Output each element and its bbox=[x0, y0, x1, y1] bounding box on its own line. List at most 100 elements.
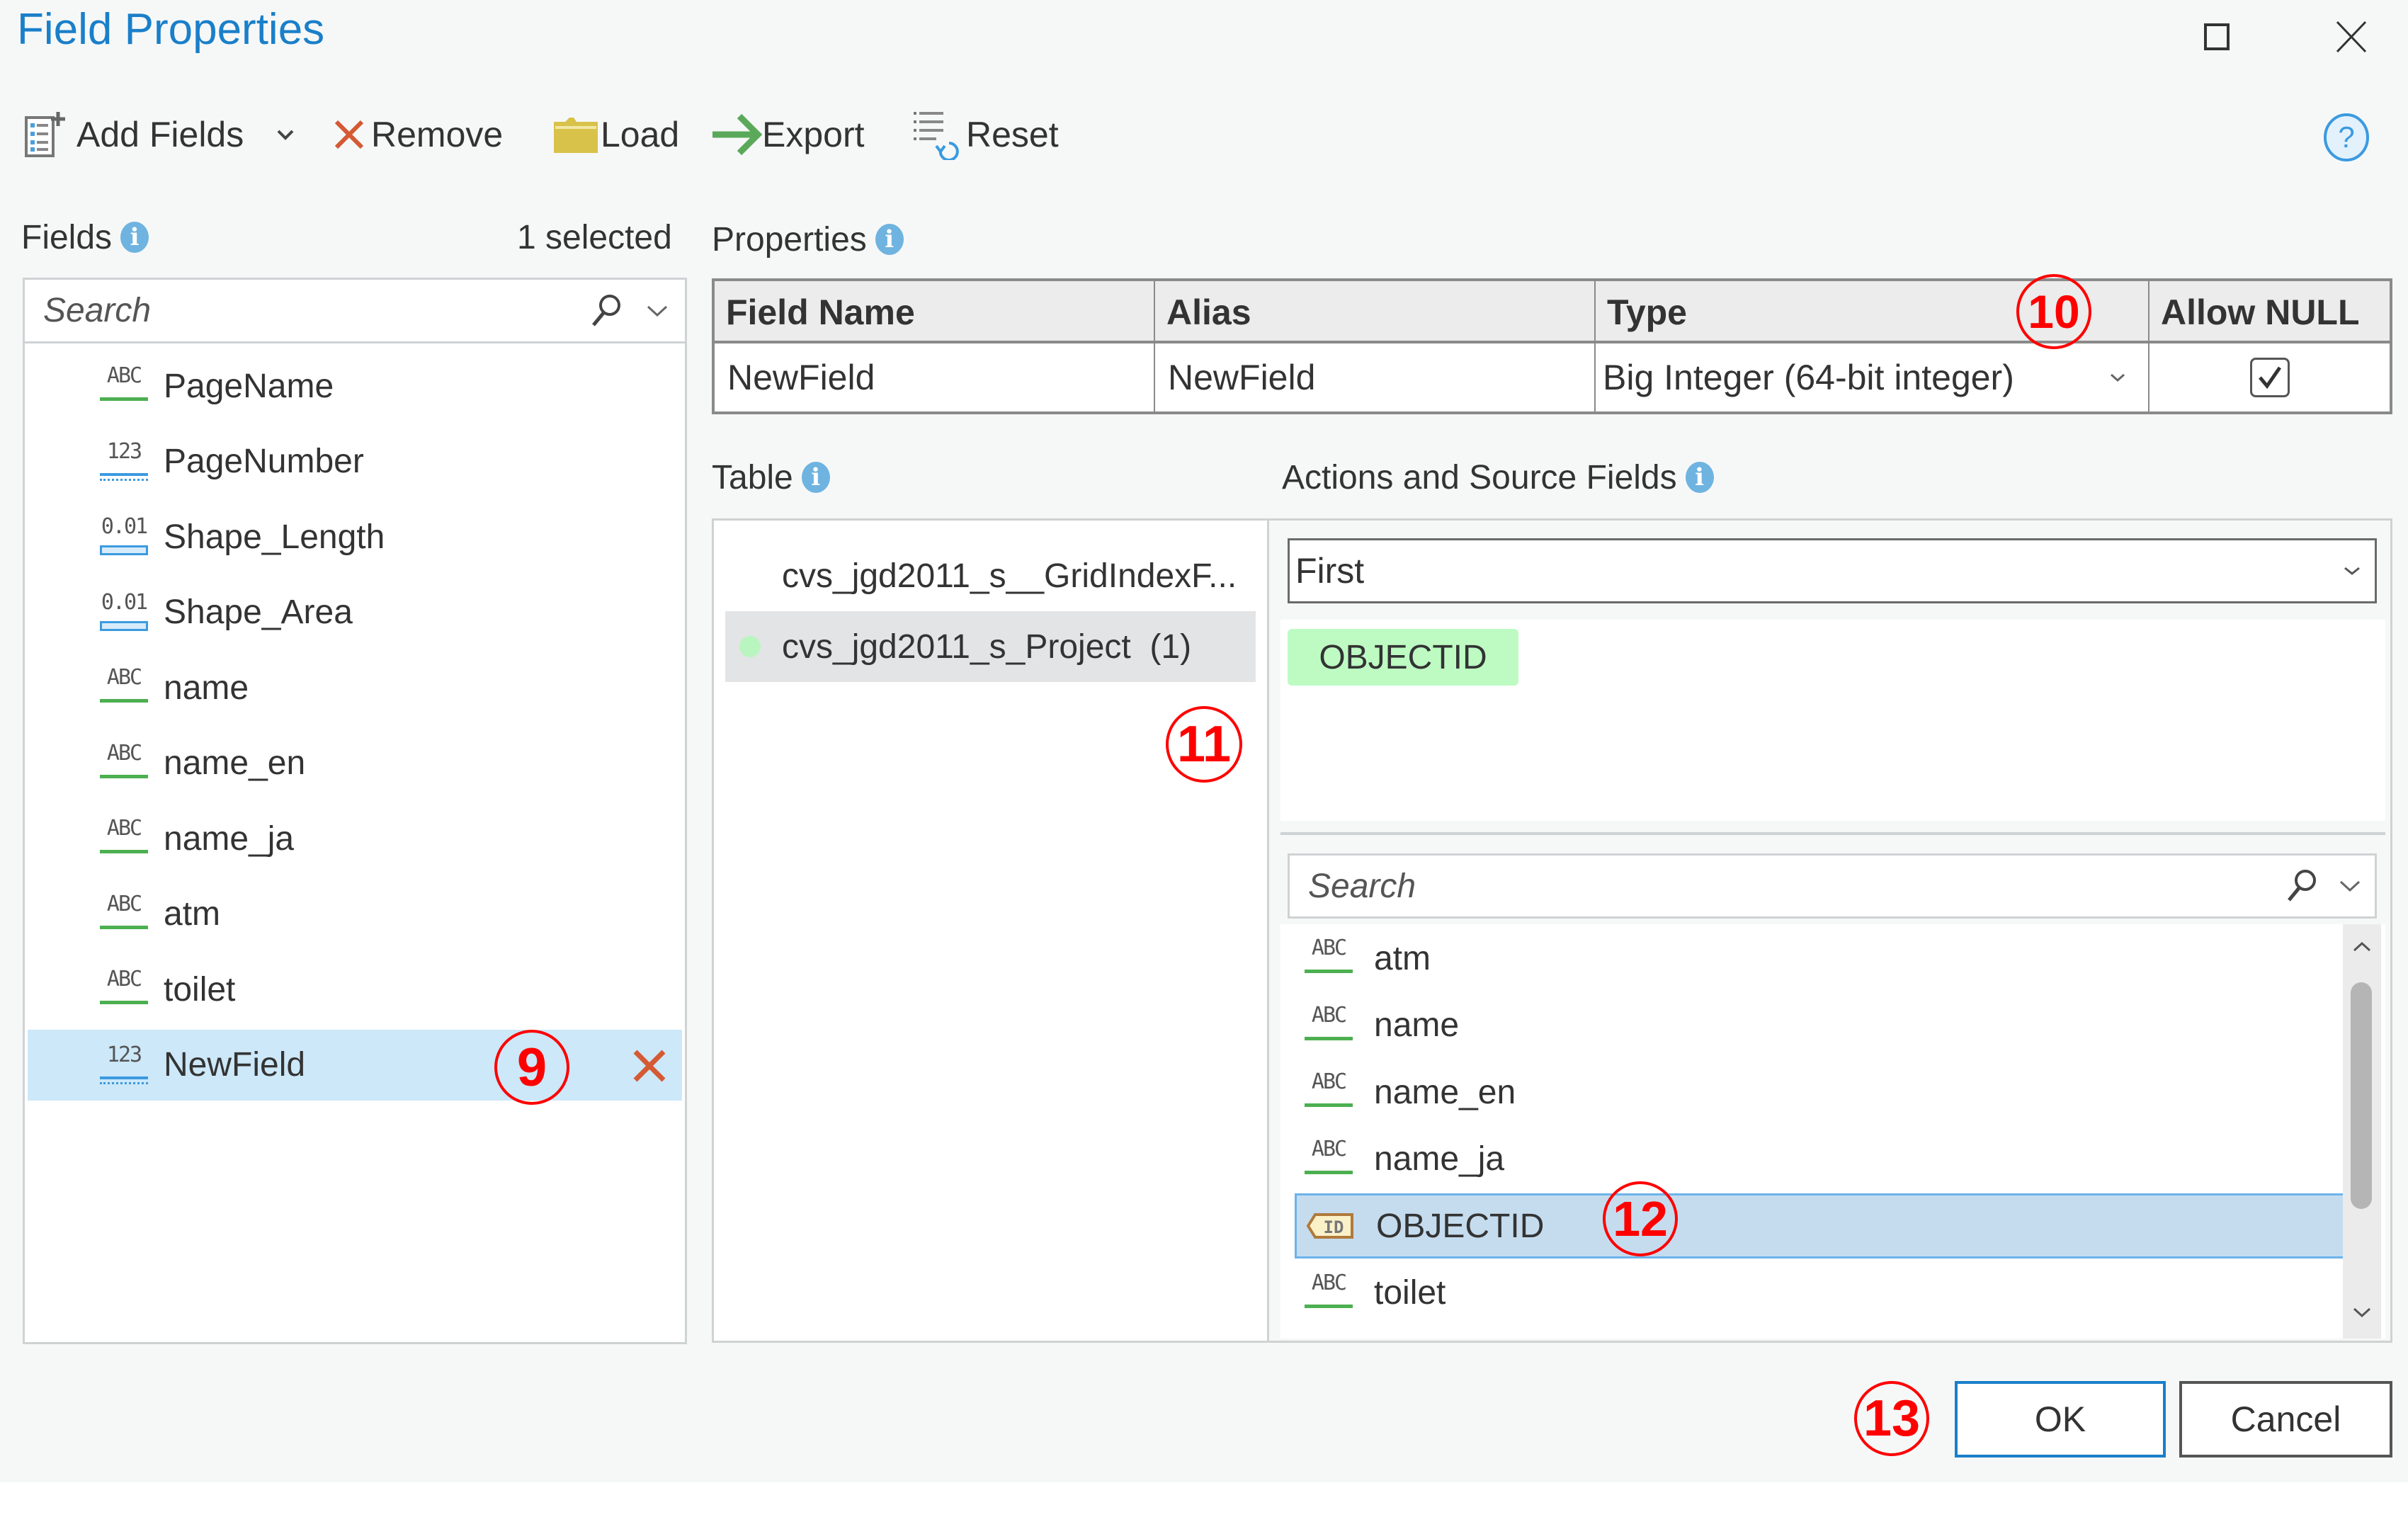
text-field-icon: ABC bbox=[98, 967, 149, 1012]
field-name: name_en bbox=[164, 744, 306, 782]
table-item[interactable]: cvs_jgd2011_s__GridIndexF... bbox=[725, 540, 1256, 611]
table-list: cvs_jgd2011_s__GridIndexF... cvs_jgd2011… bbox=[714, 521, 1269, 1341]
fields-panel: Search ABC PageName 123 PageNumber 0.01 Shape… bbox=[23, 278, 687, 1344]
text-field-icon: ABC bbox=[1303, 1069, 1354, 1115]
column-header-field-name: Field Name bbox=[726, 292, 915, 332]
scroll-up-icon[interactable] bbox=[2351, 940, 2373, 954]
dialog-title: Field Properties bbox=[17, 5, 325, 54]
table-actions-container: cvs_jgd2011_s__GridIndexF... cvs_jgd2011… bbox=[712, 518, 2392, 1343]
source-search-input[interactable]: Search bbox=[1308, 867, 2285, 906]
export-arrow-icon bbox=[711, 113, 762, 156]
scrollbar-thumb[interactable] bbox=[2351, 982, 2372, 1209]
properties-table: Field Name Alias Type Allow NULL NewFiel… bbox=[712, 274, 2392, 414]
field-list-item[interactable]: 0.01 Shape_Length bbox=[28, 501, 682, 572]
chevron-down-icon bbox=[277, 130, 294, 140]
source-field-item[interactable]: ABC name_ja bbox=[1295, 1127, 2346, 1192]
field-properties-dialog: Field Properties Add Fields Remove Load … bbox=[0, 0, 2408, 1482]
fields-section-label: Fields i bbox=[21, 216, 149, 258]
source-field-item[interactable]: ABC name bbox=[1295, 993, 2346, 1058]
annotation-10: 10 bbox=[2016, 274, 2091, 349]
text-field-icon: ABC bbox=[98, 741, 149, 786]
field-list-item[interactable]: 123 PageNumber bbox=[28, 426, 682, 497]
allow-null-checkbox[interactable] bbox=[2250, 358, 2290, 397]
table-item-selected[interactable]: cvs_jgd2011_s_Project (1) bbox=[725, 611, 1256, 682]
source-chips-area: OBJECTID bbox=[1280, 620, 2385, 821]
text-field-icon: ABC bbox=[98, 816, 149, 861]
field-name: toilet bbox=[164, 970, 236, 1009]
source-field-item-selected[interactable]: ID OBJECTID 12 bbox=[1295, 1181, 2346, 1259]
table-item-name: cvs_jgd2011_s__GridIndexF... bbox=[782, 557, 1237, 595]
type-dropdown[interactable]: Big Integer (64-bit integer) bbox=[1596, 343, 2148, 411]
integer-field-icon: 123 bbox=[98, 439, 149, 484]
action-dropdown[interactable]: First bbox=[1288, 538, 2377, 603]
source-fields-list: ABC atm ABC name ABC name_en ABC name_ja ID OBJEC… bbox=[1280, 924, 2385, 1339]
source-search[interactable]: Search bbox=[1288, 853, 2377, 919]
source-field-chip[interactable]: OBJECTID bbox=[1288, 629, 1518, 686]
text-field-icon: ABC bbox=[1303, 1137, 1354, 1182]
id-field-icon: ID bbox=[1305, 1203, 1356, 1249]
load-button[interactable]: Load bbox=[552, 106, 679, 163]
fields-search-input[interactable]: Search bbox=[43, 291, 590, 330]
status-dot-icon bbox=[739, 636, 761, 657]
properties-section-label: Properties i bbox=[712, 218, 904, 261]
info-icon[interactable]: i bbox=[801, 462, 830, 493]
delete-x-icon bbox=[633, 1050, 666, 1082]
splitter[interactable] bbox=[1280, 832, 2385, 835]
selected-count: 1 selected bbox=[517, 218, 672, 256]
fields-search[interactable]: Search bbox=[25, 280, 685, 343]
remove-icon bbox=[333, 118, 365, 151]
field-list-item[interactable]: ABC PageName bbox=[28, 351, 682, 421]
reset-icon bbox=[912, 109, 966, 160]
chevron-down-icon[interactable] bbox=[2338, 878, 2362, 894]
annotation-12: 12 bbox=[1603, 1181, 1678, 1256]
field-name: name_ja bbox=[164, 819, 295, 858]
reset-button[interactable]: Reset bbox=[912, 106, 1059, 163]
field-list-item[interactable]: ABC name_en bbox=[28, 728, 682, 799]
alias-cell[interactable]: NewField bbox=[1155, 343, 1594, 411]
allow-null-cell bbox=[2149, 343, 2390, 411]
delete-field-button[interactable] bbox=[631, 1047, 668, 1084]
cancel-button[interactable]: Cancel bbox=[2179, 1381, 2392, 1458]
search-icon[interactable] bbox=[2285, 868, 2319, 904]
add-fields-icon bbox=[24, 110, 71, 159]
field-list-item[interactable]: ABC name bbox=[28, 652, 682, 723]
info-icon[interactable]: i bbox=[875, 224, 904, 255]
field-list-item[interactable]: ABC name_ja bbox=[28, 803, 682, 874]
info-icon[interactable]: i bbox=[120, 222, 149, 253]
scroll-down-icon[interactable] bbox=[2351, 1305, 2373, 1319]
field-name: PageName bbox=[164, 367, 334, 405]
field-list-item-selected[interactable]: 123 NewField bbox=[28, 1029, 682, 1101]
field-name-cell[interactable]: NewField bbox=[715, 343, 1154, 411]
ok-button[interactable]: OK bbox=[1955, 1381, 2166, 1458]
source-field-item[interactable]: ABC name_en bbox=[1295, 1059, 2346, 1125]
info-icon[interactable]: i bbox=[1685, 462, 1714, 493]
field-name: NewField bbox=[164, 1046, 306, 1084]
remove-button[interactable]: Remove bbox=[333, 106, 503, 163]
maximize-button[interactable] bbox=[2196, 16, 2238, 58]
column-header-alias: Alias bbox=[1166, 292, 1251, 332]
export-button[interactable]: Export bbox=[711, 106, 865, 163]
chevron-down-icon bbox=[2344, 567, 2360, 575]
close-button[interactable] bbox=[2330, 16, 2373, 58]
column-header-allow-null: Allow NULL bbox=[2161, 292, 2360, 332]
scrollbar[interactable] bbox=[2343, 924, 2381, 1339]
field-list-item[interactable]: ABC toilet bbox=[28, 954, 682, 1025]
chevron-down-icon[interactable] bbox=[645, 303, 669, 319]
search-icon[interactable] bbox=[590, 292, 624, 329]
source-field-item[interactable]: ABC toilet bbox=[1295, 1261, 2346, 1326]
actions-label: Actions and Source Fields bbox=[1282, 458, 1677, 496]
close-icon bbox=[2336, 21, 2367, 53]
field-name: PageNumber bbox=[164, 443, 364, 480]
double-field-icon: 0.01 bbox=[98, 514, 149, 559]
field-list-item[interactable]: 0.01 Shape_Area bbox=[28, 577, 682, 648]
help-button[interactable]: ? bbox=[2323, 113, 2370, 161]
field-list-item[interactable]: ABC atm bbox=[28, 879, 682, 950]
folder-icon bbox=[552, 115, 599, 154]
field-name: atm bbox=[164, 895, 221, 933]
source-field-item[interactable]: ABC atm bbox=[1295, 926, 2346, 991]
source-field-name: toilet bbox=[1374, 1274, 1446, 1312]
checkmark-icon bbox=[2259, 366, 2282, 390]
chevron-down-icon bbox=[2111, 373, 2125, 382]
add-fields-dropdown[interactable] bbox=[275, 106, 296, 163]
add-fields-button[interactable]: Add Fields bbox=[24, 106, 244, 163]
